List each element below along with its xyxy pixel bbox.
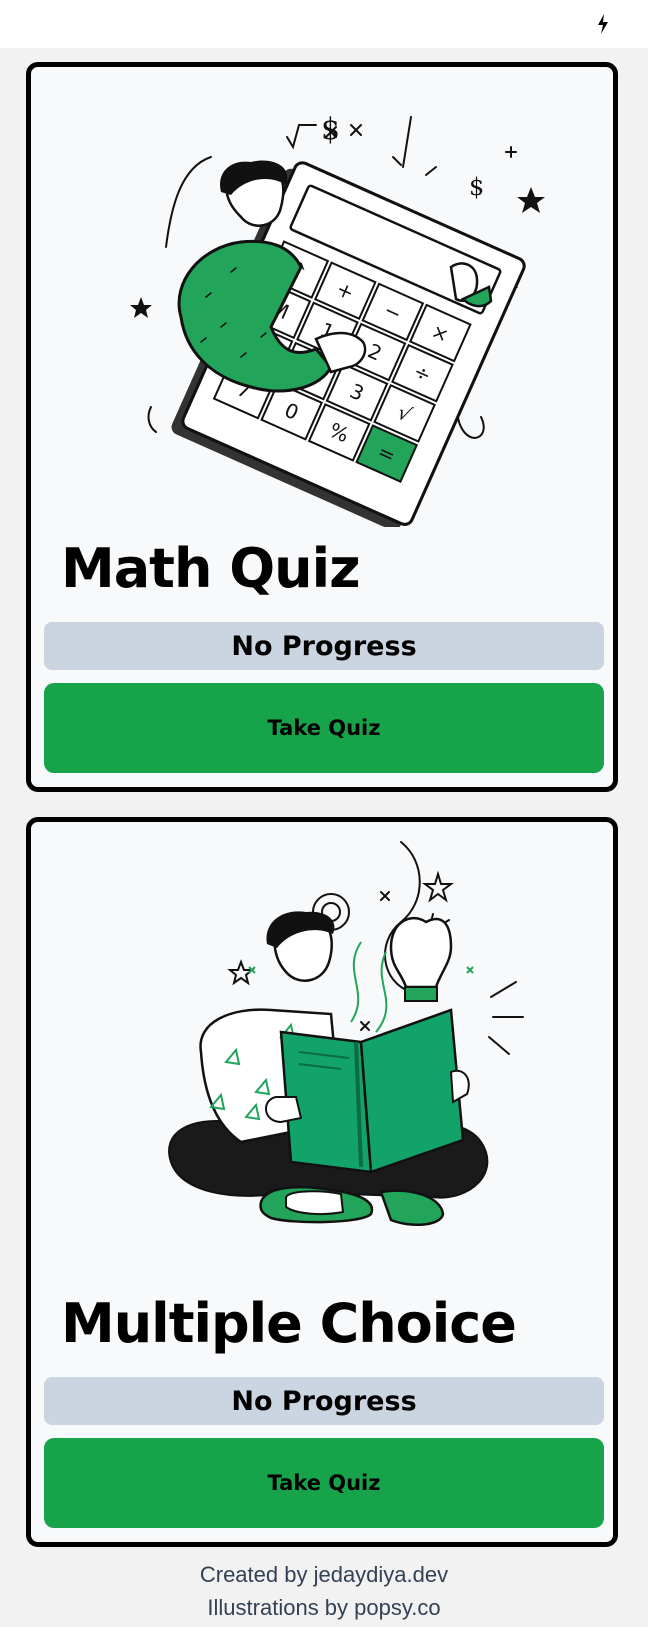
svg-text:$: $ bbox=[469, 173, 484, 201]
progress-status: No Progress bbox=[44, 1377, 604, 1425]
footer: Created by jedaydiya.dev Illustrations b… bbox=[0, 1558, 648, 1624]
bolt-icon bbox=[598, 14, 608, 34]
calculator-illustration: $ $ ^+−× M12÷ C43√ bbox=[130, 112, 545, 527]
progress-status: No Progress bbox=[44, 622, 604, 670]
footer-credit: Created by jedaydiya.dev bbox=[199, 1562, 449, 1587]
quiz-title: Math Quiz bbox=[61, 537, 361, 600]
take-quiz-button[interactable]: Take Quiz bbox=[44, 683, 604, 773]
quiz-card-math: $ $ ^+−× M12÷ C43√ bbox=[26, 62, 618, 792]
quiz-title: Multiple Choice bbox=[61, 1292, 517, 1355]
quiz-card-multiple-choice: Multiple Choice No Progress Take Quiz bbox=[26, 817, 618, 1547]
take-quiz-button[interactable]: Take Quiz bbox=[44, 1438, 604, 1528]
reading-book-illustration bbox=[168, 841, 524, 1227]
svg-text:$: $ bbox=[321, 112, 340, 147]
footer-illustrations-credit: Illustrations by popsy.co bbox=[207, 1595, 441, 1620]
status-bar bbox=[0, 0, 648, 48]
